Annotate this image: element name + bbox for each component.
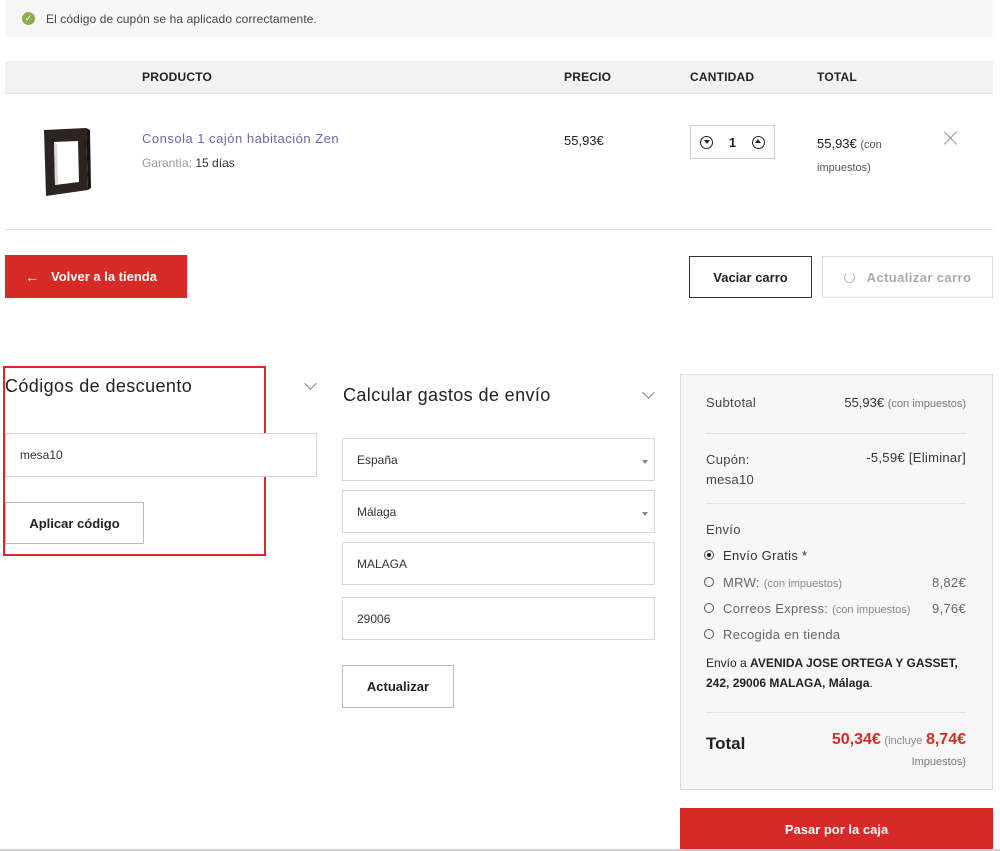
product-price: 55,93€ [564, 133, 604, 148]
refresh-icon [843, 271, 855, 283]
product-warranty: Garantía: 15 días [142, 156, 235, 170]
cart-table-header: PRODUCTO PRECIO CANTIDAD TOTAL [5, 61, 993, 94]
coupon-value: -5,59€ [866, 450, 905, 465]
shipping-option-mrw-label: MRW: [723, 575, 760, 590]
remove-coupon-link[interactable]: [Eliminar] [909, 450, 966, 465]
update-cart-label: Actualizar carro [866, 269, 972, 285]
shipping-label: Envío [706, 522, 741, 537]
shipping-option-mrw[interactable]: MRW: (con impuestos) [723, 575, 842, 590]
header-total: TOTAL [817, 70, 857, 84]
update-shipping-button[interactable]: Actualizar [342, 665, 454, 708]
tax-label: Impuestos) [911, 756, 966, 768]
shipping-option-correos[interactable]: Correos Express: (con impuestos) [723, 601, 910, 616]
panel-divider [706, 712, 966, 713]
panel-divider [706, 503, 966, 504]
product-thumbnail[interactable] [40, 124, 92, 198]
coupon-label: Cupón: [706, 452, 750, 467]
shipping-option-correos-note: (con impuestos) [832, 604, 911, 616]
subtotal-value: 55,93€ [844, 395, 885, 410]
header-price: PRECIO [564, 70, 612, 84]
product-total: 55,93€ (con impuestos) [817, 133, 917, 179]
coupon-code: mesa10 [706, 472, 755, 487]
product-name-link[interactable]: Consola 1 cajón habitación Zen [142, 131, 339, 146]
coupon-code-input[interactable]: mesa10 [5, 433, 317, 477]
total-label: Total [706, 734, 746, 753]
shipping-option-correos-price: 9,76€ [931, 601, 966, 616]
shipping-option-mrw-price: 8,82€ [931, 575, 966, 590]
notice-message: El código de cupón se ha aplicado correc… [46, 11, 317, 26]
caret-down-icon [642, 512, 648, 516]
header-quantity: CANTIDAD [690, 70, 755, 84]
shipping-option-radio[interactable] [704, 629, 714, 639]
shipping-option-pickup[interactable]: Recogida en tienda [723, 627, 840, 642]
back-to-shop-button[interactable]: ← Volver a la tienda [5, 255, 187, 298]
chevron-down-icon[interactable] [304, 377, 317, 390]
shipping-option-free[interactable]: Envío Gratis * [723, 548, 807, 563]
decrease-quantity-icon[interactable] [700, 135, 713, 149]
remove-item-close-icon[interactable] [943, 130, 959, 146]
shipping-calc-title[interactable]: Calcular gastos de envío [343, 385, 551, 406]
ship-to-prefix: Envío a [706, 656, 747, 670]
quantity-stepper: 1 [690, 125, 775, 159]
city-input[interactable]: MALAGA [342, 542, 655, 585]
subtotal-amount: 55,93€ (con impuestos) [844, 395, 966, 410]
shipping-option-radio[interactable] [704, 550, 714, 560]
discount-section-title[interactable]: Códigos de descuento [5, 376, 192, 397]
row-divider [5, 229, 993, 230]
subtotal-label: Subtotal [706, 395, 757, 410]
province-select[interactable]: Málaga [342, 490, 655, 533]
total-includes: (incluye [884, 735, 923, 747]
country-select-value: España [357, 452, 398, 467]
country-select[interactable]: España [342, 438, 655, 481]
shipping-option-radio[interactable] [704, 603, 714, 613]
shipping-option-mrw-note: (con impuestos) [763, 578, 843, 590]
postcode-input[interactable]: 29006 [342, 597, 655, 640]
shipping-option-radio[interactable] [704, 577, 714, 587]
tax-value: 8,74€ [925, 731, 966, 748]
total-value: 50,34€ [831, 731, 881, 748]
apply-coupon-button[interactable]: Aplicar código [5, 502, 144, 544]
coupon-success-notice: ✓ El código de cupón se ha aplicado corr… [5, 0, 993, 37]
coupon-info: Cupón: mesa10 [706, 450, 754, 490]
warranty-value: 15 días [195, 156, 235, 170]
province-select-value: Málaga [357, 504, 397, 519]
check-circle-icon: ✓ [22, 12, 35, 25]
empty-cart-button[interactable]: Vaciar carro [689, 256, 812, 298]
ship-to-address: Envío a AVENIDA JOSE ORTEGA Y GASSET, 24… [706, 656, 958, 690]
increase-quantity-icon[interactable] [751, 135, 765, 149]
warranty-label: Garantía: [142, 156, 193, 170]
header-product: PRODUCTO [142, 70, 213, 84]
update-cart-button[interactable]: Actualizar carro [822, 256, 993, 298]
checkout-button[interactable]: Pasar por la caja [680, 808, 993, 851]
total-amount: 50,34€ (incluye 8,74€ [832, 731, 966, 749]
coupon-amount: -5,59€ [Eliminar] [866, 450, 966, 465]
arrow-left-icon: ← [25, 268, 39, 285]
panel-divider [706, 433, 966, 434]
quantity-input[interactable]: 1 [729, 135, 736, 150]
product-total-value: 55,93€ [817, 136, 857, 151]
back-to-shop-label: Volver a la tienda [51, 269, 157, 284]
subtotal-note: (con impuestos) [887, 398, 966, 410]
chevron-down-icon[interactable] [642, 386, 655, 399]
shipping-option-correos-label: Correos Express: [723, 601, 829, 616]
caret-down-icon [642, 460, 648, 464]
